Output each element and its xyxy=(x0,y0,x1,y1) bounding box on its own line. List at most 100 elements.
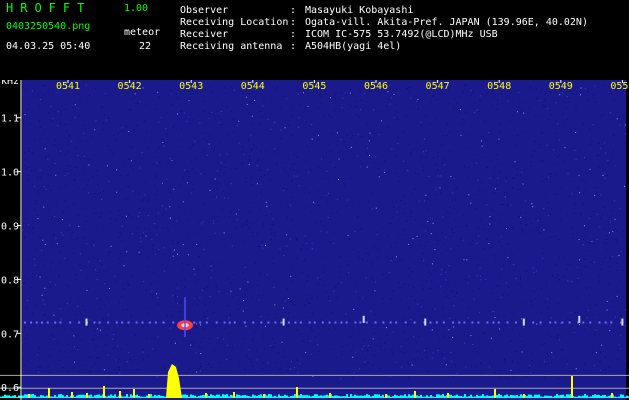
noise-pixel xyxy=(182,176,184,178)
noise-pixel xyxy=(404,352,406,353)
noise-pixel xyxy=(175,163,177,165)
noise-pixel xyxy=(306,121,307,123)
noise-pixel xyxy=(608,283,610,284)
noise-pixel xyxy=(625,325,627,327)
noise-pixel xyxy=(618,116,620,118)
noise-pixel xyxy=(426,356,428,358)
noise-pixel xyxy=(443,291,445,293)
noise-pixel xyxy=(604,173,606,175)
noise-pixel xyxy=(141,152,143,153)
noise-pixel xyxy=(132,190,134,192)
noise-pixel xyxy=(258,159,259,160)
baseline-bar xyxy=(310,396,312,398)
noise-pixel xyxy=(156,162,158,164)
noise-pixel xyxy=(620,314,622,316)
noise-pixel xyxy=(254,99,256,101)
baseline-bar xyxy=(586,395,588,398)
noise-pixel xyxy=(78,107,80,109)
noise-pixel xyxy=(169,199,171,201)
noise-pixel xyxy=(315,222,317,224)
noise-pixel xyxy=(379,337,381,339)
noise-pixel xyxy=(201,348,203,349)
noise-pixel xyxy=(142,351,144,353)
noise-pixel xyxy=(74,116,76,118)
noise-pixel xyxy=(614,238,616,240)
noise-pixel xyxy=(115,139,117,141)
noise-pixel xyxy=(535,270,537,272)
noise-pixel xyxy=(144,120,145,122)
noise-pixel xyxy=(363,345,365,347)
noise-pixel xyxy=(186,121,188,123)
noise-pixel xyxy=(378,176,380,178)
noise-pixel xyxy=(575,132,577,133)
noise-pixel xyxy=(311,248,313,250)
noise-pixel xyxy=(60,231,62,233)
noise-pixel xyxy=(614,323,616,325)
noise-pixel xyxy=(585,235,586,237)
baseline-bar xyxy=(526,395,528,398)
noise-pixel xyxy=(500,296,502,298)
noise-pixel xyxy=(102,129,104,131)
noise-pixel xyxy=(270,345,272,347)
baseline-bar xyxy=(112,395,114,398)
noise-pixel xyxy=(134,96,136,98)
noise-pixel xyxy=(281,181,283,183)
noise-pixel xyxy=(238,120,240,122)
noise-pixel xyxy=(174,342,176,344)
noise-pixel xyxy=(598,361,600,363)
noise-pixel xyxy=(34,140,36,142)
carrier-dot xyxy=(35,321,38,324)
noise-pixel xyxy=(291,304,293,306)
noise-pixel xyxy=(441,269,443,271)
baseline-bar xyxy=(488,395,490,398)
noise-pixel xyxy=(470,90,472,92)
noise-pixel xyxy=(137,362,138,364)
noise-pixel xyxy=(493,254,495,256)
noise-pixel xyxy=(283,249,285,251)
app-name: HROFFT xyxy=(6,1,92,15)
noise-pixel xyxy=(435,117,437,119)
noise-pixel xyxy=(280,368,282,370)
baseline-bar xyxy=(150,394,152,398)
noise-pixel xyxy=(181,269,183,271)
noise-pixel xyxy=(540,161,542,163)
noise-pixel xyxy=(296,329,298,331)
baseline-bar xyxy=(408,394,410,398)
noise-pixel xyxy=(82,305,84,307)
noise-pixel xyxy=(541,126,543,127)
noise-pixel xyxy=(600,147,602,149)
noise-pixel xyxy=(298,117,300,119)
noise-pixel xyxy=(399,207,401,209)
baseline-bar xyxy=(66,395,68,398)
noise-pixel xyxy=(509,264,510,266)
baseline-bar xyxy=(50,396,52,398)
noise-pixel xyxy=(441,363,443,365)
noise-pixel xyxy=(616,118,618,120)
noise-pixel xyxy=(88,192,89,194)
baseline-bar xyxy=(604,394,606,398)
noise-pixel xyxy=(481,364,483,366)
noise-pixel xyxy=(511,253,513,255)
noise-pixel xyxy=(158,121,160,123)
noise-pixel xyxy=(235,168,237,169)
noise-pixel xyxy=(390,223,392,225)
baseline-bar xyxy=(498,394,500,398)
noise-pixel xyxy=(181,262,183,264)
noise-pixel xyxy=(228,317,230,319)
noise-pixel xyxy=(463,214,465,216)
noise-pixel xyxy=(194,273,196,275)
noise-pixel xyxy=(329,143,331,145)
noise-pixel xyxy=(310,169,312,171)
baseline-bar xyxy=(292,395,294,398)
noise-pixel xyxy=(477,352,479,354)
noise-pixel xyxy=(181,110,183,112)
baseline-bar xyxy=(434,396,436,398)
noise-pixel xyxy=(86,220,88,222)
noise-pixel xyxy=(257,160,259,162)
noise-pixel xyxy=(31,272,33,274)
noise-pixel xyxy=(210,239,212,241)
noise-pixel xyxy=(507,294,509,296)
noise-pixel xyxy=(174,341,176,343)
noise-pixel xyxy=(402,259,404,261)
noise-pixel xyxy=(143,161,145,163)
